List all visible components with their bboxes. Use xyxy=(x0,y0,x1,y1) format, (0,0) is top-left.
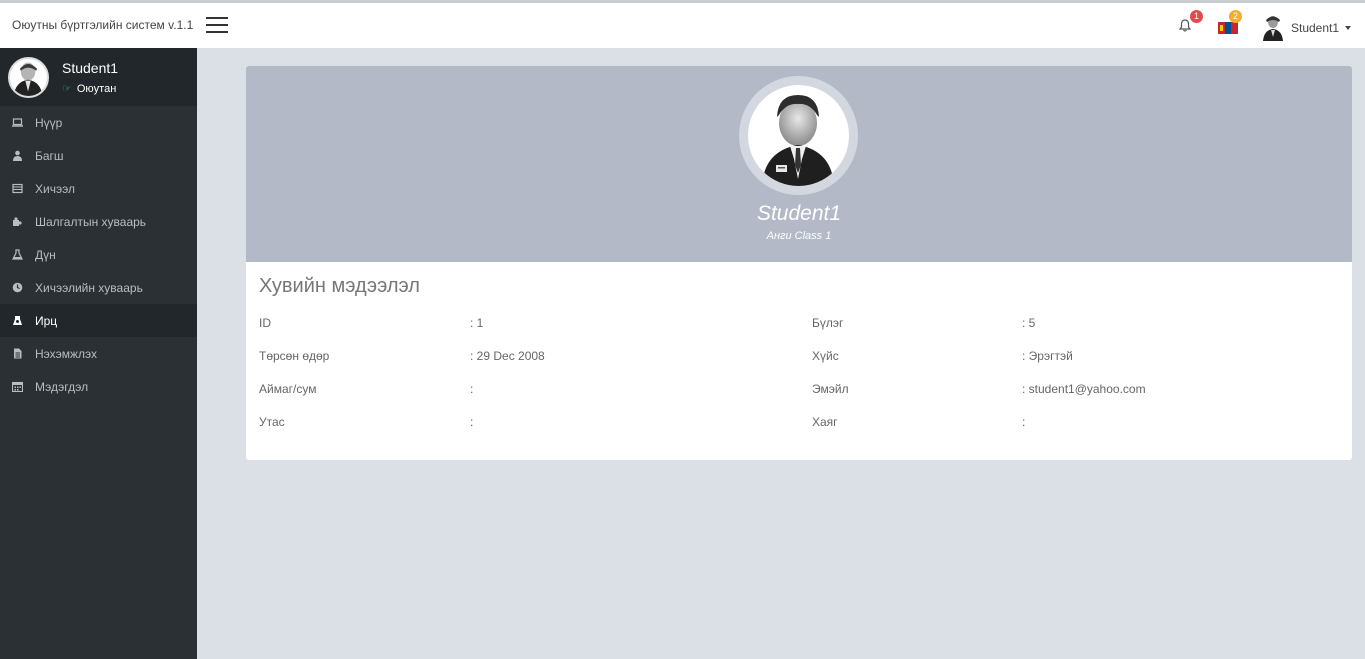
sidebar-item-label: Хичээлийн хуваарь xyxy=(35,280,143,295)
sidebar-item-notification[interactable]: Мэдэгдэл xyxy=(0,370,197,403)
user-name: Student1 xyxy=(1291,21,1340,35)
language-switcher[interactable]: 2 xyxy=(1218,10,1242,34)
sidebar-menu: Нүүр Багш Хичээл Шалгалтын хуваарь Дүн Х… xyxy=(0,106,197,403)
sidebar-item-invoice[interactable]: Нэхэмжлэх xyxy=(0,337,197,370)
sidebar-item-attendance[interactable]: Ирц xyxy=(0,304,197,337)
sidebar-item-exam-schedule[interactable]: Шалгалтын хуваарь xyxy=(0,205,197,238)
field-label-id: ID xyxy=(259,316,271,330)
thumbs-up-icon: ☞ xyxy=(62,83,72,95)
sidebar-item-label: Багш xyxy=(35,148,64,163)
sidebar-item-course[interactable]: Хичээл xyxy=(0,172,197,205)
sidebar-item-label: Шалгалтын хуваарь xyxy=(35,214,147,229)
user-menu[interactable]: Student1 xyxy=(1263,15,1352,41)
profile-avatar-ring xyxy=(739,76,858,195)
sidebar-profile: Student1 ☞ Оюутан xyxy=(0,48,197,106)
field-value-id: : 1 xyxy=(470,316,484,330)
profile-name: Student1 xyxy=(756,202,842,225)
profile-card: Student1 Анги Class 1 Хувийн мэдээлэл ID… xyxy=(246,66,1352,460)
field-value-phone: : xyxy=(470,415,474,429)
field-label-phone: Утас xyxy=(259,415,285,429)
user-icon xyxy=(12,150,23,161)
sidebar-item-label: Нүүр xyxy=(35,115,63,130)
bell-icon xyxy=(1179,19,1191,32)
profile-avatar xyxy=(748,85,849,186)
sidebar-item-class-schedule[interactable]: Хичээлийн хуваарь xyxy=(0,271,197,304)
sidebar-item-home[interactable]: Нүүр xyxy=(0,106,197,139)
field-value-gender: : Эрэгтэй xyxy=(1022,349,1073,363)
checklist-icon xyxy=(12,315,23,326)
field-value-birthdate: : 29 Dec 2008 xyxy=(470,349,545,363)
notification-count-badge: 1 xyxy=(1190,10,1203,23)
field-label-email: Эмэйл xyxy=(812,382,849,396)
sidebar-item-label: Мэдэгдэл xyxy=(35,379,89,394)
file-icon xyxy=(12,348,23,359)
field-value-group: : 5 xyxy=(1022,316,1036,330)
sidebar-item-label: Хичээл xyxy=(35,181,75,196)
sidebar-item-teacher[interactable]: Багш xyxy=(0,139,197,172)
book-icon xyxy=(12,183,23,194)
avatar[interactable] xyxy=(8,57,49,98)
notifications-button[interactable]: 1 xyxy=(1179,10,1203,34)
sidebar-user-name: Student1 xyxy=(62,60,119,76)
field-value-email: : student1@yahoo.com xyxy=(1022,382,1146,396)
field-value-province: : xyxy=(470,382,474,396)
language-count-badge: 2 xyxy=(1229,10,1242,23)
mongolia-flag-icon xyxy=(1218,22,1238,34)
field-value-address: : xyxy=(1022,415,1026,429)
calendar-icon xyxy=(12,381,23,392)
user-avatar-icon xyxy=(1263,16,1283,41)
sidebar-item-grades[interactable]: Дүн xyxy=(0,238,197,271)
menu-icon[interactable] xyxy=(206,17,228,33)
section-title: Хувийн мэдээлэл xyxy=(259,275,420,297)
profile-class: Анги Class 1 xyxy=(766,230,832,242)
puzzle-icon xyxy=(12,216,23,227)
field-label-province: Аймаг/сум xyxy=(259,382,317,396)
top-navbar: Оюутны бүртгэлийн систем v.1.1 1 2 Stude… xyxy=(0,0,1365,48)
sidebar-user-role: ☞ Оюутан xyxy=(62,82,117,96)
caret-down-icon xyxy=(1345,26,1352,30)
user-role-label: Оюутан xyxy=(76,82,117,95)
sidebar: Student1 ☞ Оюутан Нүүр Багш Хичээл Шалга… xyxy=(0,48,197,659)
field-label-gender: Хүйс xyxy=(812,349,839,363)
profile-card-header: Student1 Анги Class 1 xyxy=(246,66,1352,262)
sidebar-item-label: Нэхэмжлэх xyxy=(35,346,98,361)
field-label-address: Хаяг xyxy=(812,415,838,429)
clock-icon xyxy=(12,282,23,293)
flask-icon xyxy=(12,249,23,260)
laptop-icon xyxy=(12,117,23,128)
field-label-group: Бүлэг xyxy=(812,316,844,330)
sidebar-item-label: Ирц xyxy=(35,313,58,328)
app-brand[interactable]: Оюутны бүртгэлийн систем v.1.1 xyxy=(12,18,193,32)
sidebar-item-label: Дүн xyxy=(35,247,56,262)
field-label-birthdate: Төрсөн өдөр xyxy=(259,349,330,363)
